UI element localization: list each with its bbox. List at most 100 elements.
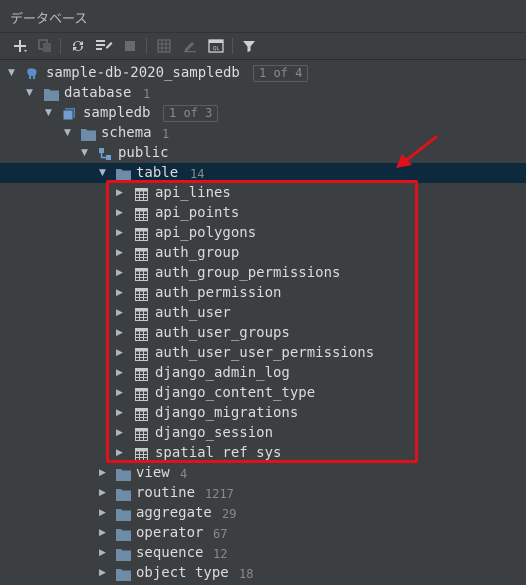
refresh-icon[interactable] [68, 37, 88, 55]
table-row[interactable]: ▶ api_polygons [0, 223, 526, 243]
filter-icon[interactable] [239, 37, 259, 55]
expand-arrow-icon[interactable]: ▶ [116, 387, 126, 399]
expand-arrow-icon[interactable]: ▶ [99, 527, 109, 539]
tree-label: routine [136, 485, 196, 501]
edit-icon[interactable] [180, 37, 200, 55]
tree-node-root[interactable]: ▼ sample-db-2020_sampledb 1 of 4 [0, 63, 526, 83]
child-count: 12 [213, 547, 228, 561]
table-row[interactable]: ▶ auth_user [0, 303, 526, 323]
tree-node-folder[interactable]: ▶ sequence 12 [0, 543, 526, 563]
schema-settings-icon[interactable] [94, 37, 114, 55]
expand-arrow-icon[interactable]: ▼ [81, 147, 91, 159]
table-row[interactable]: ▶ django_admin_log [0, 363, 526, 383]
add-icon[interactable] [10, 37, 30, 55]
expand-arrow-icon[interactable]: ▶ [116, 247, 126, 259]
expand-arrow-icon[interactable]: ▶ [116, 227, 126, 239]
table-row[interactable]: ▶ spatial_ref_sys [0, 443, 526, 463]
duplicate-icon[interactable] [35, 37, 55, 55]
expand-arrow-icon[interactable]: ▶ [116, 187, 126, 199]
table-icon [135, 386, 149, 401]
table-icon [135, 186, 149, 201]
table-row[interactable]: ▶ django_content_type [0, 383, 526, 403]
table-icon [135, 206, 149, 221]
scope-badge[interactable]: 1 of 4 [253, 65, 309, 82]
expand-arrow-icon[interactable]: ▶ [116, 327, 126, 339]
tree-node-public[interactable]: ▼ public [0, 143, 526, 163]
child-count: 1217 [205, 487, 234, 501]
table-icon [135, 286, 149, 301]
table-name: api_lines [155, 185, 231, 201]
tree-node-folder[interactable]: ▶ aggregate 29 [0, 503, 526, 523]
database-icon [62, 106, 76, 121]
scope-badge[interactable]: 1 of 3 [163, 105, 219, 122]
expand-arrow-icon[interactable]: ▶ [116, 307, 126, 319]
table-name: auth_group_permissions [155, 265, 341, 281]
table-name: api_polygons [155, 225, 257, 241]
tree-node-sampledb[interactable]: ▼ sampledb 1 of 3 [0, 103, 526, 123]
folder-icon [116, 546, 131, 561]
expand-arrow-icon[interactable]: ▶ [116, 287, 126, 299]
table-name: auth_user [155, 305, 231, 321]
tree-node-table[interactable]: ▼ table 14 [0, 163, 526, 183]
expand-arrow-icon[interactable]: ▼ [64, 127, 74, 139]
table-row[interactable]: ▶ auth_permission [0, 283, 526, 303]
expand-arrow-icon[interactable]: ▶ [116, 367, 126, 379]
child-count: 14 [190, 167, 205, 181]
table-name: django_content_type [155, 385, 316, 401]
table-icon [135, 446, 149, 461]
sql-console-icon[interactable]: QL [206, 37, 226, 55]
expand-arrow-icon[interactable]: ▶ [99, 507, 109, 519]
expand-arrow-icon[interactable]: ▶ [99, 467, 109, 479]
annotation-arrow [396, 135, 438, 168]
table-editor-icon[interactable] [154, 37, 174, 55]
table-row[interactable]: ▶ auth_user_groups [0, 323, 526, 343]
table-name: django_admin_log [155, 365, 290, 381]
table-row[interactable]: ▶ auth_group [0, 243, 526, 263]
table-icon [135, 366, 149, 381]
toolbar-divider [60, 38, 61, 54]
expand-arrow-icon[interactable]: ▶ [99, 567, 109, 579]
tree-label: table [136, 165, 179, 181]
folder-icon [116, 566, 131, 581]
table-row[interactable]: ▶ api_lines [0, 183, 526, 203]
expand-arrow-icon[interactable]: ▶ [116, 267, 126, 279]
table-icon [135, 306, 149, 321]
expand-arrow-icon[interactable]: ▼ [8, 67, 18, 79]
expand-arrow-icon[interactable]: ▼ [99, 167, 109, 179]
tree-node-folder[interactable]: ▶ routine 1217 [0, 483, 526, 503]
tree-node-folder[interactable]: ▶ operator 67 [0, 523, 526, 543]
table-row[interactable]: ▶ api_points [0, 203, 526, 223]
tree-node-folder[interactable]: ▶ view 4 [0, 463, 526, 483]
table-row[interactable]: ▶ django_session [0, 423, 526, 443]
tree-node-folder[interactable]: ▶ object type 18 [0, 563, 526, 583]
table-icon [135, 426, 149, 441]
svg-text:QL: QL [213, 46, 220, 52]
tree-node-schema[interactable]: ▼ schema 1 [0, 123, 526, 143]
folder-icon [116, 486, 131, 501]
table-row[interactable]: ▶ django_migrations [0, 403, 526, 423]
table-row[interactable]: ▶ auth_user_user_permissions [0, 343, 526, 363]
expand-arrow-icon[interactable]: ▶ [116, 207, 126, 219]
child-count: 18 [239, 567, 254, 581]
expand-arrow-icon[interactable]: ▶ [116, 427, 126, 439]
tree-label: aggregate [136, 505, 212, 521]
tree-node-database[interactable]: ▼ database 1 [0, 83, 526, 103]
expand-arrow-icon[interactable]: ▶ [116, 347, 126, 359]
expand-arrow-icon[interactable]: ▶ [99, 547, 109, 559]
expand-arrow-icon[interactable]: ▶ [116, 407, 126, 419]
stop-icon[interactable] [120, 37, 140, 55]
tree-label: schema [101, 125, 152, 141]
expand-arrow-icon[interactable]: ▶ [116, 447, 126, 459]
table-row[interactable]: ▶ auth_group_permissions [0, 263, 526, 283]
child-count: 4 [180, 467, 188, 481]
table-icon [135, 226, 149, 241]
expand-arrow-icon[interactable]: ▼ [26, 87, 36, 99]
table-icon [135, 246, 149, 261]
expand-arrow-icon[interactable]: ▼ [45, 107, 55, 119]
table-name: auth_user_user_permissions [155, 345, 375, 361]
table-icon [135, 346, 149, 361]
table-name: auth_permission [155, 285, 282, 301]
folder-icon [116, 526, 131, 541]
expand-arrow-icon[interactable]: ▶ [99, 487, 109, 499]
child-count: 67 [213, 527, 228, 541]
